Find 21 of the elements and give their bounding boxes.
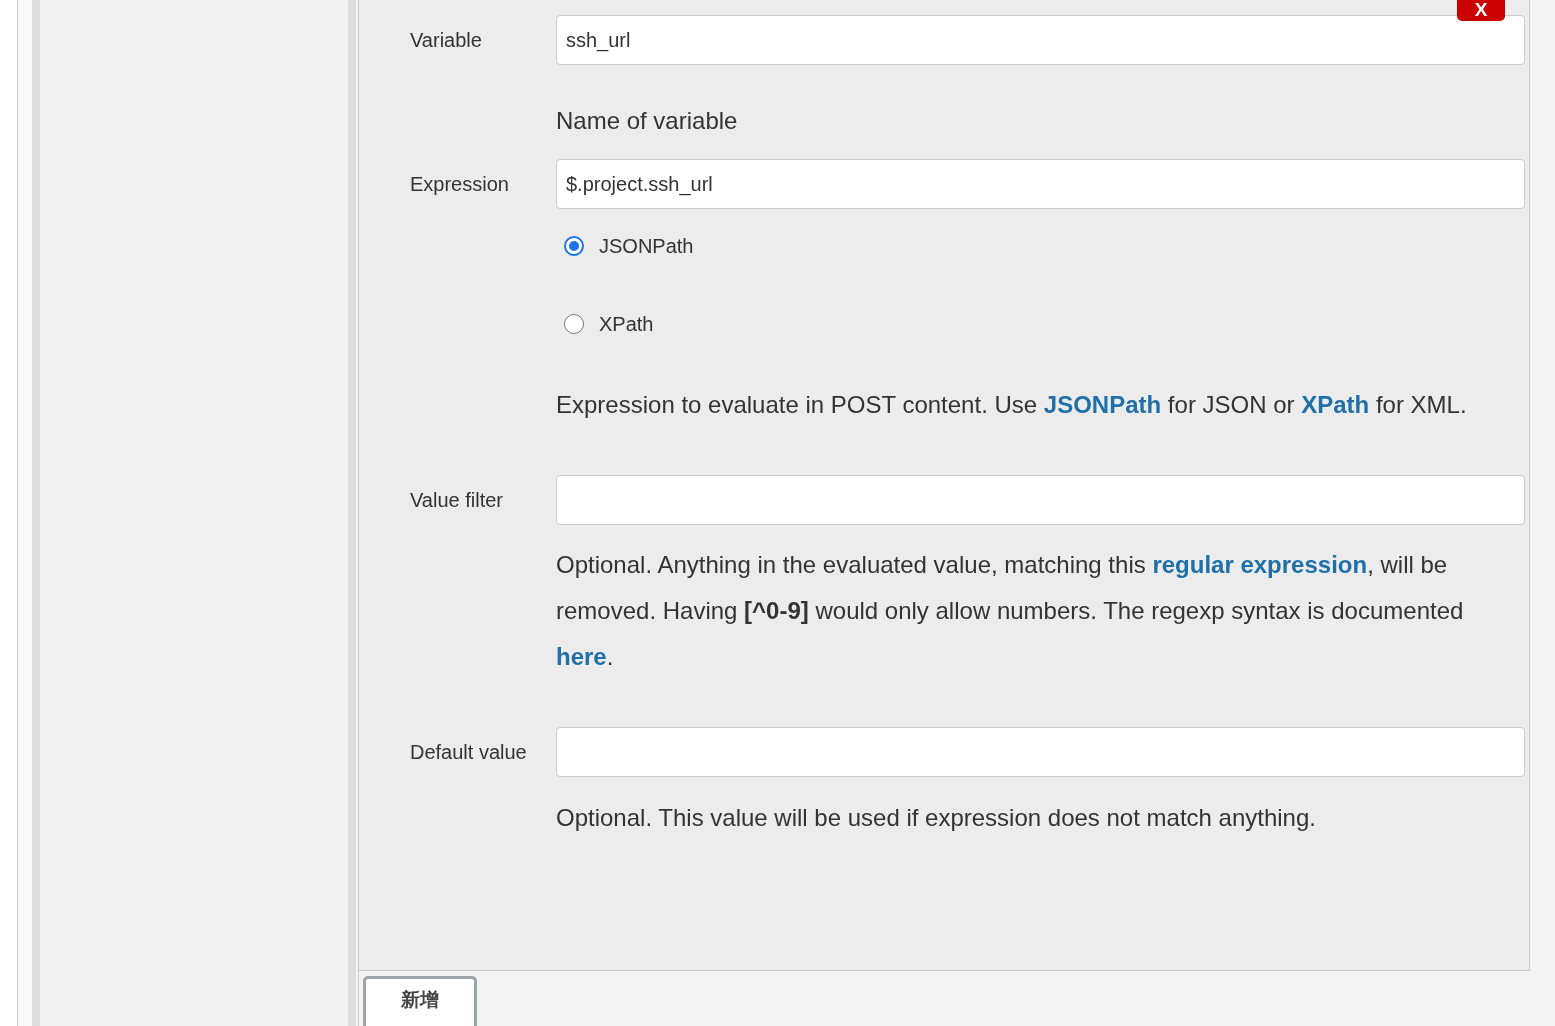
field-label: Expression xyxy=(410,172,510,197)
add-button[interactable]: 新增 xyxy=(363,976,477,1026)
radio-label[interactable]: XPath xyxy=(599,309,654,339)
help-text: Optional. Anything in the evaluated value, matching this regular expression, will be removed. Having [^0-9] would only allow numbers. The regexp syntax is documented here. xyxy=(556,550,1465,672)
input-field[interactable] xyxy=(556,727,1525,777)
field-label: Variable xyxy=(410,28,483,53)
field-label: Value filter xyxy=(410,488,504,513)
help-link[interactable]: regular expression xyxy=(1152,551,1368,578)
help-text: Name of variable xyxy=(556,106,739,136)
radio-label[interactable]: JSONPath xyxy=(599,231,694,261)
help-text: Expression to evaluate in POST content. Use JSONPath for JSON or XPath for XML. xyxy=(556,390,1468,420)
help-text: Optional. This value will be used if expression does not match anything. xyxy=(556,803,1317,833)
field-label: Default value xyxy=(410,740,528,765)
help-link[interactable]: JSONPath xyxy=(1043,391,1162,418)
radio-button[interactable] xyxy=(564,236,584,256)
radio-button[interactable] xyxy=(564,314,584,334)
input-field[interactable]: ssh_url xyxy=(556,15,1525,65)
input-field[interactable]: $.project.ssh_url xyxy=(556,159,1525,209)
help-link[interactable]: here xyxy=(556,643,607,670)
input-field[interactable] xyxy=(556,475,1525,525)
help-link[interactable]: XPath xyxy=(1301,391,1370,418)
